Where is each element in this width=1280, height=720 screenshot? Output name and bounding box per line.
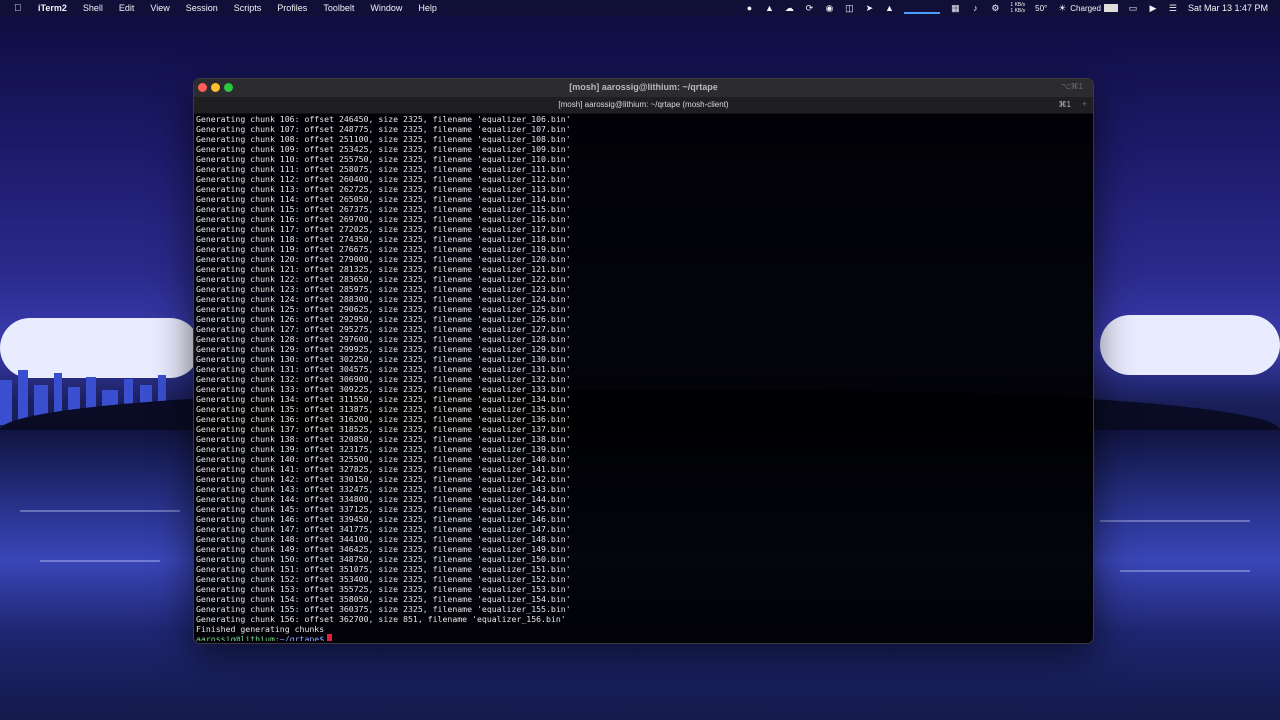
terminal-line: Generating chunk 124: offset 288300, siz… xyxy=(196,294,571,304)
status-tray: ● ▲ ☁ ⟳ ◉ ◫ ➤ ▲ ▦ ♪ ⚙ 1 KB/s 1 KB/s 50° … xyxy=(744,0,1268,16)
telegram-icon[interactable]: ➤ xyxy=(864,3,874,13)
terminal-line: Generating chunk 148: offset 344100, siz… xyxy=(196,534,571,544)
eye-icon[interactable]: ◉ xyxy=(824,3,834,13)
terminal-line: Generating chunk 113: offset 262725, siz… xyxy=(196,184,571,194)
terminal-line: Generating chunk 153: offset 355725, siz… xyxy=(196,584,571,594)
terminal-line: Generating chunk 134: offset 311550, siz… xyxy=(196,394,571,404)
terminal-line: Generating chunk 122: offset 283650, siz… xyxy=(196,274,571,284)
terminal-line: Generating chunk 154: offset 358050, siz… xyxy=(196,594,571,604)
menu-item-shell[interactable]: Shell xyxy=(83,3,103,13)
wrench-icon[interactable]: ⚙ xyxy=(990,3,1000,13)
cloud-sun-icon: ☀ xyxy=(1058,3,1067,13)
terminal-line: Generating chunk 132: offset 306900, siz… xyxy=(196,374,571,384)
terminal-line: Generating chunk 146: offset 339450, siz… xyxy=(196,514,571,524)
menu-item-view[interactable]: View xyxy=(150,3,169,13)
battery-icon xyxy=(1103,4,1118,12)
terminal-line: Generating chunk 117: offset 272025, siz… xyxy=(196,224,571,234)
terminal-line: Generating chunk 108: offset 251100, siz… xyxy=(196,134,571,144)
terminal-line: Generating chunk 156: offset 362700, siz… xyxy=(196,614,566,624)
terminal-line: Generating chunk 116: offset 269700, siz… xyxy=(196,214,571,224)
tab-bar: [mosh] aarossig@lithium: ~/qrtape (mosh-… xyxy=(194,97,1093,114)
terminal-line: Generating chunk 140: offset 325500, siz… xyxy=(196,454,571,464)
terminal-line: Generating chunk 149: offset 346425, siz… xyxy=(196,544,571,554)
play-icon[interactable]: ▶ xyxy=(1148,3,1158,13)
terminal-line: Generating chunk 129: offset 299925, siz… xyxy=(196,344,571,354)
terminal-line: Generating chunk 119: offset 276675, siz… xyxy=(196,244,571,254)
terminal-line: Generating chunk 123: offset 285975, siz… xyxy=(196,284,571,294)
menu-item-iterm2[interactable]: iTerm2 xyxy=(38,3,67,13)
terminal-line: Generating chunk 137: offset 318525, siz… xyxy=(196,424,571,434)
terminal-line: Generating chunk 120: offset 279000, siz… xyxy=(196,254,571,264)
menu-item-toolbelt[interactable]: Toolbelt xyxy=(323,3,354,13)
warning-icon[interactable]: ▲ xyxy=(764,3,774,13)
terminal-line: Generating chunk 126: offset 292950, siz… xyxy=(196,314,571,324)
prompt-user: aarossig@lithium xyxy=(196,634,275,641)
terminal-line: Generating chunk 133: offset 309225, siz… xyxy=(196,384,571,394)
cloud-icon[interactable]: ☁ xyxy=(784,3,794,13)
terminal-line: Generating chunk 150: offset 348750, siz… xyxy=(196,554,571,564)
terminal-line: Generating chunk 121: offset 281325, siz… xyxy=(196,264,571,274)
terminal-prompt[interactable]: aarossig@lithium:~/qrtape$ xyxy=(196,634,1091,641)
menu-item-profiles[interactable]: Profiles xyxy=(277,3,307,13)
memory-icon[interactable]: ▦ xyxy=(950,3,960,13)
terminal-line: Generating chunk 152: offset 353400, siz… xyxy=(196,574,571,584)
terminal-line: Generating chunk 128: offset 297600, siz… xyxy=(196,334,571,344)
cpu-graph-icon[interactable] xyxy=(904,2,941,14)
terminal-line: Generating chunk 107: offset 248775, siz… xyxy=(196,124,571,134)
terminal-line: Generating chunk 110: offset 255750, siz… xyxy=(196,154,571,164)
tab-session[interactable]: [mosh] aarossig@lithium: ~/qrtape (mosh-… xyxy=(194,100,1093,109)
prompt-path: :~/qrtape$ xyxy=(274,634,325,641)
terminal-line: Generating chunk 111: offset 258075, siz… xyxy=(196,164,571,174)
weather[interactable]: 50° xyxy=(1035,4,1047,13)
control-center-icon[interactable]: ☰ xyxy=(1168,3,1178,13)
terminal-line: Generating chunk 142: offset 330150, siz… xyxy=(196,474,571,484)
menu-item-scripts[interactable]: Scripts xyxy=(234,3,262,13)
vpn-icon[interactable]: ▲ xyxy=(884,3,894,13)
terminal-line: Generating chunk 112: offset 260400, siz… xyxy=(196,174,571,184)
terminal-line: Generating chunk 115: offset 267375, siz… xyxy=(196,204,571,214)
terminal-line: Generating chunk 125: offset 290625, siz… xyxy=(196,304,571,314)
window-titlebar[interactable]: [mosh] aarossig@lithium: ~/qrtape ⌥⌘1 xyxy=(194,79,1093,98)
network-speed[interactable]: 1 KB/s 1 KB/s xyxy=(1010,2,1025,14)
terminal-line: Generating chunk 138: offset 320850, siz… xyxy=(196,434,571,444)
text-cursor xyxy=(327,634,333,641)
terminal-line: Generating chunk 118: offset 274350, siz… xyxy=(196,234,571,244)
terminal-line: Generating chunk 106: offset 246450, siz… xyxy=(196,114,571,124)
record-icon[interactable]: ● xyxy=(744,3,754,13)
window-title: [mosh] aarossig@lithium: ~/qrtape xyxy=(569,82,718,92)
menu-item-help[interactable]: Help xyxy=(418,3,437,13)
bell-icon[interactable]: ♪ xyxy=(970,3,980,13)
terminal-line: Generating chunk 114: offset 265050, siz… xyxy=(196,194,571,204)
terminal-line: Generating chunk 141: offset 327825, siz… xyxy=(196,464,571,474)
menu-bar:  iTerm2 Shell Edit View Session Scripts… xyxy=(0,0,1280,16)
terminal-line: Generating chunk 147: offset 341775, siz… xyxy=(196,524,571,534)
battery-status[interactable]: ☀ Charged xyxy=(1057,3,1118,13)
window-shortcut: ⌥⌘1 xyxy=(1061,82,1083,91)
terminal-line: Generating chunk 144: offset 334800, siz… xyxy=(196,494,571,504)
terminal-line: Generating chunk 131: offset 304575, siz… xyxy=(196,364,571,374)
terminal-window: [mosh] aarossig@lithium: ~/qrtape ⌥⌘1 [m… xyxy=(193,78,1094,644)
terminal-line: Generating chunk 136: offset 316200, siz… xyxy=(196,414,571,424)
apple-logo-icon[interactable]:  xyxy=(14,3,28,14)
window-icon[interactable]: ◫ xyxy=(844,3,854,13)
terminal-line: Generating chunk 135: offset 313875, siz… xyxy=(196,404,571,414)
terminal-line: Generating chunk 151: offset 351075, siz… xyxy=(196,564,571,574)
menu-item-session[interactable]: Session xyxy=(186,3,218,13)
sync-icon[interactable]: ⟳ xyxy=(804,3,814,13)
terminal-line: Finished generating chunks xyxy=(196,624,325,634)
display-icon[interactable]: ▭ xyxy=(1128,3,1138,13)
terminal-line: Generating chunk 143: offset 332475, siz… xyxy=(196,484,571,494)
terminal-line: Generating chunk 127: offset 295275, siz… xyxy=(196,324,571,334)
new-tab-button[interactable]: + xyxy=(1082,99,1087,109)
terminal-line: Generating chunk 139: offset 323175, siz… xyxy=(196,444,571,454)
terminal-line: Generating chunk 145: offset 337125, siz… xyxy=(196,504,571,514)
terminal-line: Generating chunk 155: offset 360375, siz… xyxy=(196,604,571,614)
tab-shortcut: ⌘1 xyxy=(1058,100,1071,109)
menu-item-edit[interactable]: Edit xyxy=(119,3,135,13)
menu-item-window[interactable]: Window xyxy=(370,3,402,13)
terminal-line: Generating chunk 130: offset 302250, siz… xyxy=(196,354,571,364)
clock[interactable]: Sat Mar 13 1:47 PM xyxy=(1188,3,1268,13)
terminal-line: Generating chunk 109: offset 253425, siz… xyxy=(196,144,571,154)
terminal-output[interactable]: Generating chunk 106: offset 246450, siz… xyxy=(196,114,1091,641)
